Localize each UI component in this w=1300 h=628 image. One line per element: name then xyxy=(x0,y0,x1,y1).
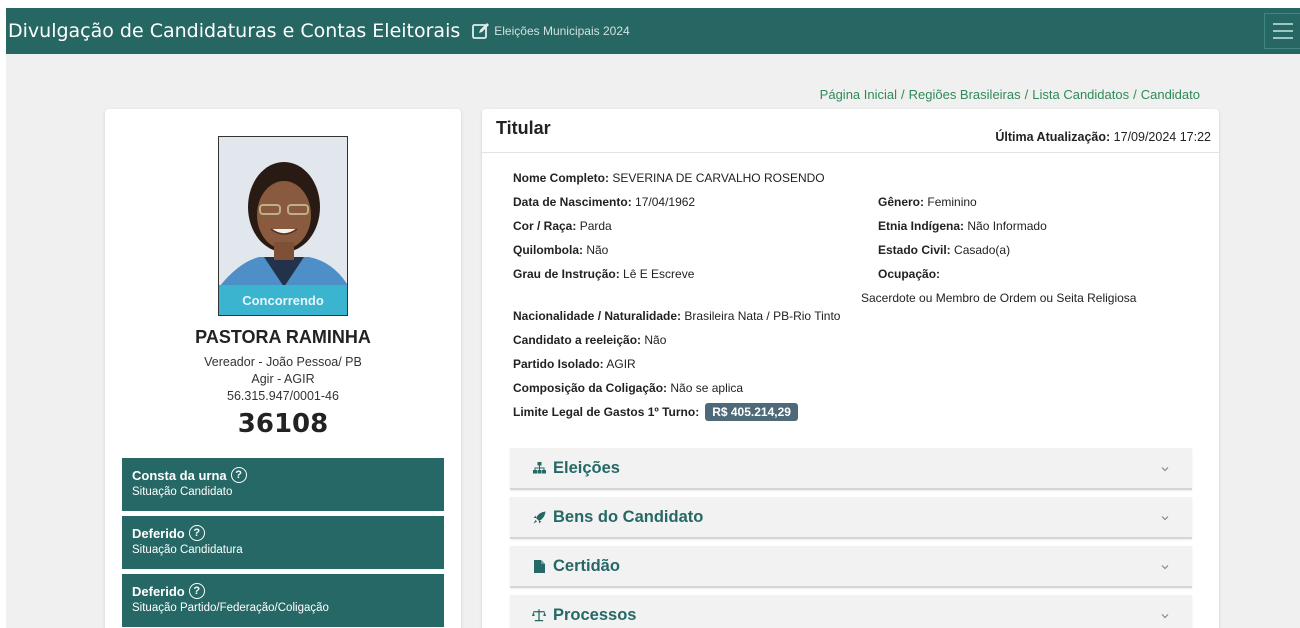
candidate-office: Vereador - João Pessoa/ PB xyxy=(204,355,362,369)
file-icon xyxy=(532,559,546,573)
field-limite-gastos: Limite Legal de Gastos 1º Turno: R$ 405.2… xyxy=(513,403,798,421)
hamburger-menu-icon[interactable] xyxy=(1264,13,1300,49)
situation-box-partido: Deferido? Situação Partido/Federação/Col… xyxy=(122,574,444,627)
candidate-photo: Concorrendo xyxy=(218,136,348,316)
situation-title: Deferido xyxy=(132,583,185,599)
accordion-eleicoes[interactable]: Eleições xyxy=(510,448,1192,490)
edit-icon[interactable] xyxy=(472,22,490,40)
field-instrucao: Grau de Instrução: Lê E Escreve xyxy=(513,267,695,281)
field-etnia: Etnia Indígena: Não Informado xyxy=(878,219,1047,233)
situation-title: Consta da urna xyxy=(132,467,227,483)
chevron-down-icon xyxy=(1161,565,1169,570)
field-genero: Gênero: Feminino xyxy=(878,195,977,209)
candidate-profile-card: Concorrendo PASTORA RAMINHA Vereador - J… xyxy=(105,109,461,628)
field-quilombola: Quilombola: Não xyxy=(513,243,609,257)
balance-scale-icon xyxy=(532,608,546,622)
candidate-details-card: Titular Última Atualização: 17/09/2024 1… xyxy=(482,109,1219,628)
breadcrumb-current: Candidato xyxy=(1140,87,1200,102)
chevron-down-icon xyxy=(1161,614,1169,619)
field-nascimento: Data de Nascimento: 17/04/1962 xyxy=(513,195,696,209)
field-ocupacao-value: Sacerdote ou Membro de Ordem ou Seita Re… xyxy=(861,291,1137,305)
candidate-cnpj: 56.315.947/0001-46 xyxy=(227,389,339,403)
field-partido: Partido Isolado: AGIR xyxy=(513,357,636,371)
sitemap-icon xyxy=(532,461,546,475)
page-content: Página Inicial / Regiões Brasileiras / Lis… xyxy=(6,54,1300,628)
details-title: Titular xyxy=(496,118,551,138)
situation-subtitle: Situação Partido/Federação/Coligação xyxy=(132,602,329,614)
help-icon[interactable]: ? xyxy=(188,525,205,541)
election-subtitle: Eleições Municipais 2024 xyxy=(494,24,630,38)
field-ocupacao-label: Ocupação: xyxy=(878,267,941,281)
help-icon[interactable]: ? xyxy=(188,583,205,599)
field-cor: Cor / Raça: Parda xyxy=(513,219,612,233)
accordion-label: Bens do Candidato xyxy=(553,507,704,526)
accordion-bens[interactable]: Bens do Candidato xyxy=(510,497,1192,539)
field-reeleicao: Candidato a reeleição: Não xyxy=(513,333,667,347)
breadcrumb-list[interactable]: Lista Candidatos xyxy=(1032,87,1129,102)
details-header: Titular Última Atualização: 17/09/2024 1… xyxy=(482,109,1219,153)
breadcrumb: Página Inicial / Regiões Brasileiras / Lis… xyxy=(819,87,1200,102)
rocket-icon xyxy=(532,510,546,524)
breadcrumb-regions[interactable]: Regiões Brasileiras xyxy=(909,87,1021,102)
app-title[interactable]: Divulgação de Candidaturas e Contas Elei… xyxy=(6,20,460,42)
chevron-down-icon xyxy=(1161,516,1169,521)
field-coligacao: Composição da Coligação: Não se aplica xyxy=(513,381,744,395)
field-nacionalidade: Nacionalidade / Naturalidade: Brasileira… xyxy=(513,309,841,323)
accordion-processos[interactable]: Processos xyxy=(510,595,1192,628)
situation-subtitle: Situação Candidatura xyxy=(132,544,243,556)
field-estado-civil: Estado Civil: Casado(a) xyxy=(878,243,1011,257)
candidate-party: Agir - AGIR xyxy=(251,372,315,386)
chevron-down-icon xyxy=(1161,467,1169,472)
spending-limit-badge: R$ 405.214,29 xyxy=(705,403,798,421)
breadcrumb-home[interactable]: Página Inicial xyxy=(820,87,897,102)
situation-subtitle: Situação Candidato xyxy=(132,486,233,498)
accordion-label: Certidão xyxy=(553,556,620,575)
candidate-status-badge: Concorrendo xyxy=(219,285,347,315)
last-updated: Última Atualização: 17/09/2024 17:22 xyxy=(995,130,1211,144)
help-icon[interactable]: ? xyxy=(230,467,247,483)
accordion-label: Processos xyxy=(553,605,637,624)
accordion-certidao[interactable]: Certidão xyxy=(510,546,1192,588)
situation-box-candidato: Consta da urna? Situação Candidato xyxy=(122,458,444,511)
candidate-number: 36108 xyxy=(237,409,329,439)
top-navbar: Divulgação de Candidaturas e Contas Elei… xyxy=(6,8,1300,54)
situation-box-candidatura: Deferido? Situação Candidatura xyxy=(122,516,444,569)
field-nome: Nome Completo: SEVERINA DE CARVALHO ROSE… xyxy=(513,171,825,185)
candidate-name: PASTORA RAMINHA xyxy=(195,327,371,347)
situation-title: Deferido xyxy=(132,525,185,541)
accordion-label: Eleições xyxy=(553,458,620,477)
